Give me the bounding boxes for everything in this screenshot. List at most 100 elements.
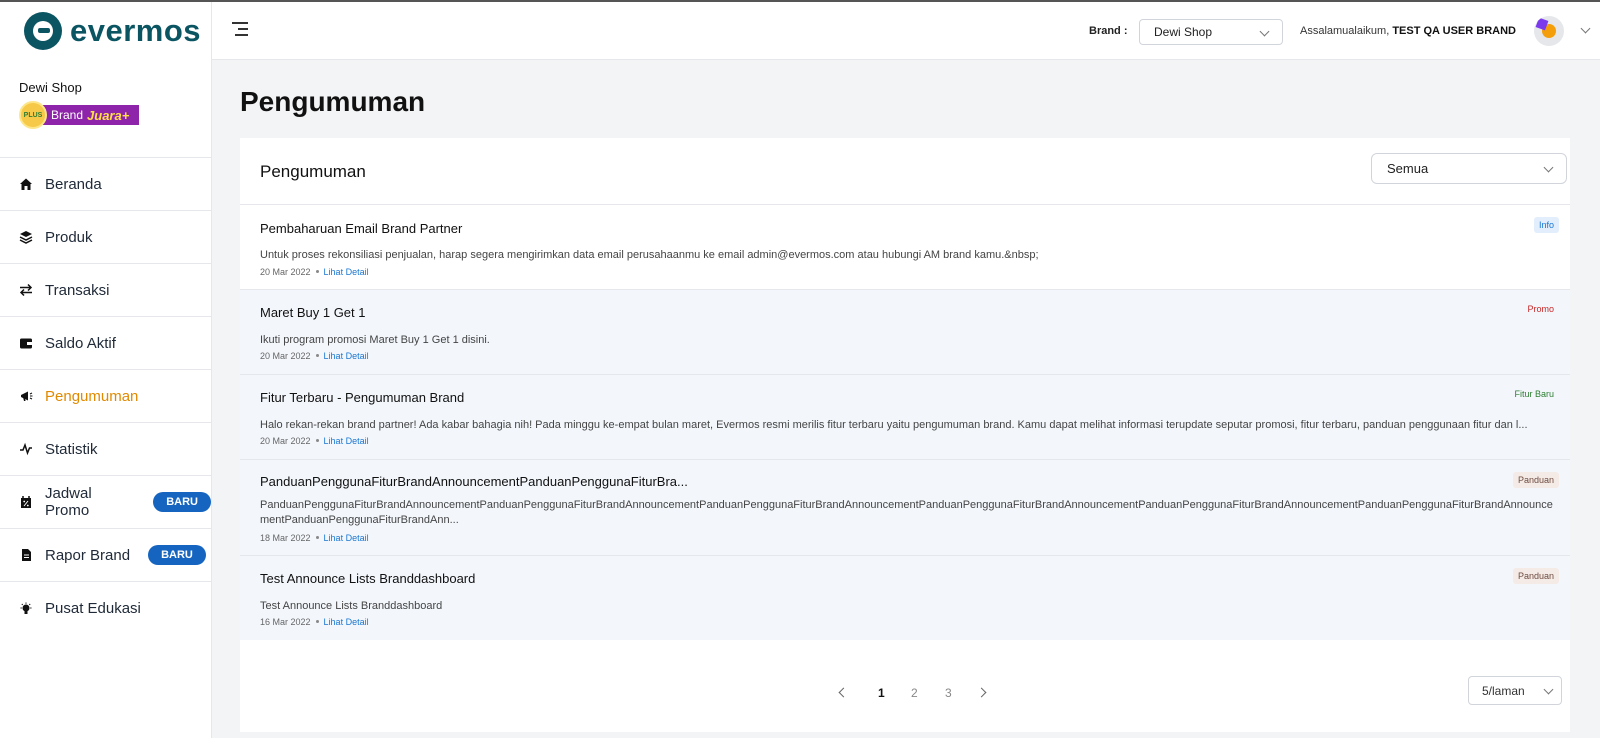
announcement-desc: Halo rekan-rekan brand partner! Ada kaba… (260, 419, 1528, 431)
announcement-date: 20 Mar 2022 (260, 436, 311, 446)
detail-link[interactable]: Lihat Detail (324, 436, 369, 446)
page-number[interactable]: 2 (911, 686, 918, 700)
category-filter-select[interactable]: Semua (1371, 153, 1567, 184)
shop-info: Dewi Shop PLUS Brand Juara+ (0, 62, 211, 158)
menu-toggle-icon[interactable] (232, 22, 248, 40)
tier-name: Juara+ (87, 107, 130, 123)
next-page-icon[interactable] (976, 687, 987, 698)
logo-text: evermos (70, 13, 202, 48)
sidebar-item-jadwal-promo[interactable]: Jadwal Promo BARU (0, 476, 211, 529)
announcement-meta: 20 Mar 2022 Lihat Detail (260, 351, 369, 361)
home-icon (19, 177, 33, 191)
announcement-meta: 20 Mar 2022 Lihat Detail (260, 436, 369, 446)
chevron-down-icon (1259, 26, 1270, 37)
activity-icon (19, 442, 33, 456)
report-icon (19, 548, 33, 562)
announcement-item[interactable]: Test Announce Lists Branddashboard Pandu… (240, 556, 1570, 640)
announcement-date: 20 Mar 2022 (260, 267, 311, 277)
tier-label: Brand Juara+ (33, 105, 140, 125)
pagination: 1 2 3 5/laman (240, 656, 1570, 716)
avatar[interactable] (1534, 16, 1564, 46)
wallet-icon (19, 336, 33, 350)
plus-medal-icon: PLUS (19, 101, 47, 129)
brand-select-label: Brand : (1089, 25, 1128, 37)
sidebar-item-produk[interactable]: Produk (0, 211, 211, 264)
announcement-desc: Test Announce Lists Branddashboard (260, 600, 443, 612)
brand-select-value: Dewi Shop (1154, 25, 1213, 39)
sidebar-item-label: Jadwal Promo (45, 485, 92, 519)
sidebar-item-label: Beranda (45, 175, 102, 193)
announcement-title[interactable]: Pembaharuan Email Brand Partner (260, 221, 462, 236)
bulb-icon (19, 602, 33, 616)
category-tag: Info (1533, 217, 1559, 233)
detail-link[interactable]: Lihat Detail (324, 617, 369, 627)
announcement-title[interactable]: Test Announce Lists Branddashboard (260, 571, 475, 586)
announcement-title[interactable]: Fitur Terbaru - Pengumuman Brand (260, 390, 464, 405)
card-header: Pengumuman Semua (240, 138, 1570, 205)
per-page-select[interactable]: 5/laman (1468, 676, 1562, 705)
detail-link[interactable]: Lihat Detail (324, 267, 369, 277)
sidebar-item-label: Saldo Aktif (45, 334, 116, 352)
detail-link[interactable]: Lihat Detail (324, 533, 369, 543)
announcement-meta: 18 Mar 2022 Lihat Detail (260, 533, 369, 543)
announcement-date: 16 Mar 2022 (260, 617, 311, 627)
sidebar-item-pusat-edukasi[interactable]: Pusat Edukasi (0, 582, 211, 635)
swap-icon (19, 283, 33, 297)
page-number[interactable]: 3 (945, 686, 952, 700)
category-tag: Panduan (1512, 568, 1559, 584)
greeting-text: Assalamualaikum, (1300, 25, 1393, 37)
page-title: Pengumuman (240, 86, 426, 117)
user-name: TEST QA USER BRAND (1392, 25, 1516, 37)
chevron-down-icon (1543, 162, 1554, 173)
announcement-item[interactable]: PanduanPenggunaFiturBrandAnnouncementPan… (240, 460, 1570, 556)
window-top-border (0, 0, 1600, 2)
prev-page-icon[interactable] (838, 687, 849, 698)
sidebar-item-beranda[interactable]: Beranda (0, 158, 211, 211)
announcement-date: 20 Mar 2022 (260, 351, 311, 361)
announcement-item[interactable]: Fitur Terbaru - Pengumuman Brand Fitur B… (240, 375, 1570, 460)
sidebar-item-label: Pusat Edukasi (45, 600, 141, 617)
evermos-logo-icon (24, 12, 62, 50)
sidebar-item-label: Pengumuman (45, 387, 139, 405)
calendar-percent-icon (19, 495, 33, 509)
user-greeting: Assalamualaikum, TEST QA USER BRAND (1300, 25, 1516, 37)
logo[interactable]: evermos (0, 0, 211, 62)
announcement-meta: 16 Mar 2022 Lihat Detail (260, 617, 369, 627)
page-number[interactable]: 1 (878, 686, 885, 700)
sidebar-item-label: Produk (45, 228, 93, 246)
sidebar-item-pengumuman[interactable]: Pengumuman (0, 370, 211, 423)
announcement-title[interactable]: Maret Buy 1 Get 1 (260, 305, 366, 320)
card-title: Pengumuman (260, 162, 366, 181)
sidebar-item-label: Transaksi (45, 281, 110, 299)
announcement-title[interactable]: PanduanPenggunaFiturBrandAnnouncementPan… (260, 474, 688, 489)
per-page-value: 5/laman (1482, 684, 1525, 698)
sidebar-item-statistik[interactable]: Statistik (0, 423, 211, 476)
top-header: Brand : Dewi Shop Assalamualaikum, TEST … (212, 0, 1600, 60)
announcement-item[interactable]: Pembaharuan Email Brand Partner Info Unt… (240, 205, 1570, 290)
chevron-down-icon (1543, 684, 1554, 695)
brand-select[interactable]: Dewi Shop (1139, 19, 1283, 45)
category-tag: Fitur Baru (1514, 389, 1554, 399)
sidebar-item-transaksi[interactable]: Transaksi (0, 264, 211, 317)
sidebar-item-saldo-aktif[interactable]: Saldo Aktif (0, 317, 211, 370)
filter-value: Semua (1387, 161, 1429, 176)
layers-icon (19, 230, 33, 244)
detail-link[interactable]: Lihat Detail (324, 351, 369, 361)
announcement-item[interactable]: Maret Buy 1 Get 1 Promo Ikuti program pr… (240, 290, 1570, 375)
announcement-desc: Ikuti program promosi Maret Buy 1 Get 1 … (260, 334, 490, 346)
announcement-date: 18 Mar 2022 (260, 533, 311, 543)
announcement-meta: 20 Mar 2022 Lihat Detail (260, 267, 369, 277)
new-badge: BARU (148, 545, 206, 565)
tier-brand-text: Brand (51, 108, 84, 122)
brand-tier-badge: PLUS Brand Juara+ (19, 101, 211, 129)
sidebar-item-rapor-brand[interactable]: Rapor Brand BARU (0, 529, 211, 582)
category-tag: Panduan (1512, 472, 1559, 488)
chevron-down-icon[interactable] (1580, 23, 1591, 34)
new-badge: BARU (153, 492, 211, 512)
megaphone-icon (19, 389, 33, 403)
sidebar-item-label: Statistik (45, 440, 98, 458)
category-tag: Promo (1527, 304, 1554, 314)
sidebar-item-label: Rapor Brand (45, 546, 131, 564)
announcement-desc: PanduanPenggunaFiturBrandAnnouncementPan… (260, 499, 1553, 526)
shop-name: Dewi Shop (19, 80, 82, 95)
